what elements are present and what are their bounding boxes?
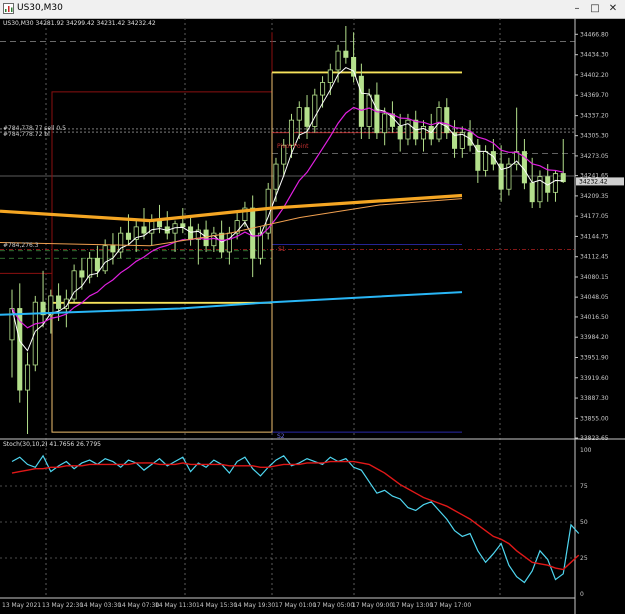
candle-body [226,232,232,253]
current-price-label: 34232.42 [579,178,608,185]
candle-body [110,245,116,253]
stoch-main-line [11,454,580,584]
candle-body [312,94,318,127]
stoch-axis-label: 25 [580,555,588,562]
price-axis-label: 33984.20 [580,334,609,341]
candle-body [32,301,38,366]
candle-body [397,126,403,140]
price-axis-label: 34337.20 [580,113,609,120]
price-axis-label: 34112.45 [580,254,609,261]
price-axis-label: 34273.05 [580,153,609,160]
candle-body [351,56,357,77]
candle-body [94,257,100,272]
candle-body [490,151,496,165]
price-axis-label: 33919.60 [580,375,609,382]
candle-body [24,364,31,391]
candle-body [529,182,535,203]
maximize-button[interactable]: □ [587,1,603,16]
candle-body [366,94,372,127]
indicator-overlays [0,32,575,433]
price-axis-label: 34402.20 [580,72,609,79]
time-axis-label: 17 May 17:00 [430,602,471,609]
title-bar[interactable]: US30,M30 – □ ✕ [0,0,625,19]
candle-body [188,226,194,240]
trade-label-r1-sub: #784,778.72 bl [3,131,50,138]
price-axis-label: 34369.70 [580,92,609,99]
candle-body [288,119,295,146]
time-axis-label: 14 May 03:30 [80,602,121,609]
time-axis-label: 14 May 07:30 [118,602,159,609]
candle-body [273,163,279,190]
orange-box [51,72,273,433]
price-axis-label: 33887.30 [580,395,609,402]
price-axis-label: 34080.15 [580,274,609,281]
price-axis-label: 34305.30 [580,133,609,140]
close-button[interactable]: ✕ [605,1,621,16]
candle-body [156,220,163,228]
minimize-button[interactable]: – [569,1,585,16]
s2-label: S2 [277,433,285,440]
stoch-axis-label: 0 [580,591,584,598]
candle-body [56,295,62,309]
time-axis-label: 17 May 13:00 [392,602,433,609]
price-axis-label: 33951.90 [580,354,609,361]
candle-body [102,245,108,272]
candle-body [374,94,380,134]
candle-body [180,223,186,228]
price-axis-label: 33855.00 [580,415,609,422]
stoch-axis-label: 50 [580,519,588,526]
time-axis-label: 13 May 2021 [2,602,41,609]
price-axis-label: 34016.50 [580,314,609,321]
price-axis-label: 34466.80 [580,31,609,38]
trade-label-left: #784,276.3 [3,242,39,249]
stoch-axis-label: 75 [580,483,588,490]
s1-label: S1 [278,246,286,253]
candle-body [118,232,124,253]
candle-body [552,173,559,193]
candle-body [79,270,85,278]
price-axis-label: 34144.75 [580,233,609,240]
candle-body [203,229,209,247]
price-axis-label: 34434.30 [580,52,609,59]
chart-window: US30,M30 – □ ✕ 34466.80 34434.30 34402.20 3… [0,0,625,614]
price-axis-label: 34209.35 [580,193,609,200]
window-title: US30,M30 [17,3,63,13]
candle-body [304,107,310,127]
chart-window-icon [3,3,14,14]
price-axis-label: 33823.65 [580,435,609,442]
pivot-point-label: Pivot Point [277,143,309,150]
moving-averages [0,66,564,352]
candle-body [405,119,411,140]
candle-body [141,226,147,234]
ma-orange-thick-line [0,193,463,223]
stoch-axis-label: 100 [580,447,592,454]
stoch-header: Stoch(30,10,2) 41.7656 26.7795 [3,441,101,448]
candle-body [296,107,302,121]
candle-body [483,151,489,171]
price-axis-label: 34177.05 [580,213,609,220]
candlestick-series [9,26,566,435]
stochastic-oscillator [11,454,580,584]
candle-body [343,50,349,58]
candle-body [382,113,388,134]
time-axis-label: 17 May 09:00 [352,602,393,609]
chart-header: US30,M30 34281.92 34299.42 34231.42 3423… [3,20,156,27]
time-axis-label: 14 May 19:30 [234,602,275,609]
time-axis-label: 14 May 11:30 [155,602,196,609]
price-axis-label: 34048.05 [580,294,609,301]
candle-body [125,232,131,240]
time-axis-label: 14 May 15:30 [196,602,237,609]
candle-body [327,69,333,83]
time-axis-label: 17 May 01:00 [275,602,316,609]
candle-body [335,50,341,71]
candle-body [320,82,326,96]
price-chart[interactable]: 34466.80 34434.30 34402.20 34369.70 34337.20… [0,18,625,614]
ma-white-line [11,66,564,352]
candle-body [257,232,263,259]
candle-body [358,75,364,127]
time-axis-label: 17 May 05:00 [313,602,354,609]
time-axis-label: 13 May 22:30 [42,602,83,609]
